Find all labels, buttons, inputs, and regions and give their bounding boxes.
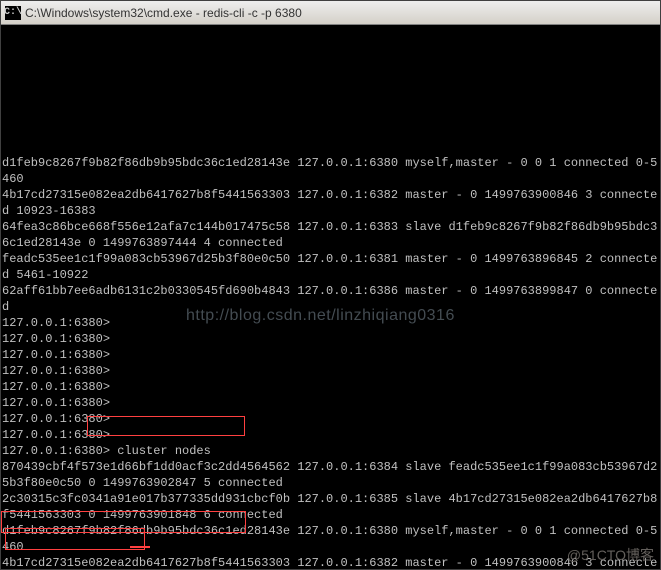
prompt-line[interactable]: 127.0.0.1:6380> <box>2 395 659 411</box>
window-title: C:\Windows\system32\cmd.exe - redis-cli … <box>25 6 302 20</box>
prompt-line[interactable]: 127.0.0.1:6380> <box>2 379 659 395</box>
cluster-node-line: feadc535ee1c1f99a083cb53967d25b3f80e0c50… <box>2 251 659 283</box>
prompt-line[interactable]: 127.0.0.1:6380> <box>2 427 659 443</box>
cluster-node-line: 870439cbf4f573e1d66bf1dd0acf3c2dd4564562… <box>2 459 659 491</box>
prompt-line[interactable]: 127.0.0.1:6380> <box>2 363 659 379</box>
cluster-node-line: 4b17cd27315e082ea2db6417627b8f5441563303… <box>2 555 659 569</box>
cluster-node-line: 4b17cd27315e082ea2db6417627b8f5441563303… <box>2 187 659 219</box>
command-prompt-window: C:\ C:\Windows\system32\cmd.exe - redis-… <box>0 0 661 570</box>
prompt-line[interactable]: 127.0.0.1:6380> cluster nodes <box>2 443 659 459</box>
cluster-node-line: d1feb9c8267f9b82f86db9b95bdc36c1ed28143e… <box>2 523 659 555</box>
cluster-node-line: 64fea3c86bce668f556e12afa7c144b017475c58… <box>2 219 659 251</box>
console-output[interactable]: http://blog.csdn.net/linzhiqiang0316 @51… <box>1 25 660 569</box>
prompt-line[interactable]: 127.0.0.1:6380> <box>2 411 659 427</box>
cluster-node-line: d1feb9c8267f9b82f86db9b95bdc36c1ed28143e… <box>2 155 659 187</box>
prompt-line[interactable]: 127.0.0.1:6380> <box>2 315 659 331</box>
prompt-line[interactable]: 127.0.0.1:6380> <box>2 331 659 347</box>
cluster-node-line: 2c30315c3fc0341a91e017b377335dd931cbcf0b… <box>2 491 659 523</box>
titlebar[interactable]: C:\ C:\Windows\system32\cmd.exe - redis-… <box>1 1 660 25</box>
cluster-node-line: 62aff61bb7ee6adb6131c2b0330545fd690b4843… <box>2 283 659 315</box>
cmd-icon: C:\ <box>5 6 21 20</box>
prompt-line[interactable]: 127.0.0.1:6380> <box>2 347 659 363</box>
